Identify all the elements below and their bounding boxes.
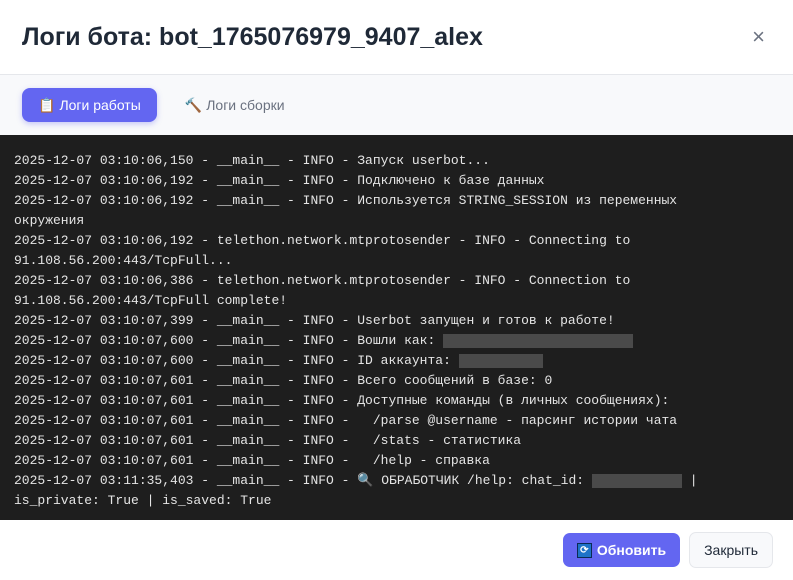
log-line: 2025-12-07 03:10:06,192 - __main__ - INF… [14,191,744,231]
refresh-label: Обновить [596,542,667,558]
redacted-value [458,353,543,368]
log-text: 2025-12-07 03:10:06,192 - telethon.netwo… [14,233,639,268]
log-line: 2025-12-07 03:10:06,192 - __main__ - INF… [14,171,744,191]
log-line: 2025-12-07 03:10:07,600 - __main__ - INF… [14,331,744,351]
log-line: 2025-12-07 03:10:07,601 - __main__ - INF… [14,371,744,391]
log-line: 2025-12-07 03:10:07,601 - __main__ - INF… [14,391,744,411]
log-text: 2025-12-07 03:10:07,601 - __main__ - INF… [14,433,522,448]
redacted-value [591,473,682,488]
redacted-value [443,333,634,348]
clipboard-icon: 📋 [38,96,56,113]
log-text: 2025-12-07 03:10:07,399 - __main__ - INF… [14,313,615,328]
refresh-button[interactable]: ⟳ Обновить [562,533,681,567]
log-text: 2025-12-07 03:11:35,403 - __main__ - INF… [14,473,592,488]
close-button[interactable]: Закрыть [689,532,773,568]
close-icon[interactable]: × [752,24,765,50]
log-output[interactable]: 2025-12-07 03:10:06,150 - __main__ - INF… [0,135,793,520]
log-line: 2025-12-07 03:10:06,192 - telethon.netwo… [14,231,744,271]
log-line: 2025-12-07 03:10:07,601 - __main__ - INF… [14,431,744,451]
log-text: 2025-12-07 03:10:07,600 - __main__ - INF… [14,333,444,348]
log-text: 2025-12-07 03:10:07,601 - __main__ - INF… [14,413,678,428]
log-text: 2025-12-07 03:10:06,386 - telethon.netwo… [14,273,639,308]
log-text: 2025-12-07 03:10:07,600 - __main__ - INF… [14,353,459,368]
tab-label: Логи работы [59,97,141,113]
log-line: 2025-12-07 03:10:07,399 - __main__ - INF… [14,311,744,331]
tab-label: Логи сборки [206,97,285,113]
tab-work-logs[interactable]: 📋 Логи работы [22,88,157,122]
log-line: 2025-12-07 03:11:35,403 - __main__ - INF… [14,471,744,511]
log-line: 2025-12-07 03:10:06,386 - telethon.netwo… [14,271,744,311]
modal-title: Логи бота: bot_1765076979_9407_alex [22,22,483,51]
log-text: 2025-12-07 03:10:07,601 - __main__ - INF… [14,453,490,468]
log-line: 2025-12-07 03:10:07,601 - __main__ - INF… [14,451,744,471]
log-line: 2025-12-07 03:10:07,601 - __main__ - INF… [14,411,744,431]
log-line: 2025-12-07 03:10:06,150 - __main__ - INF… [14,151,744,171]
tab-bar: 📋 Логи работы 🔨 Логи сборки [0,75,793,135]
modal-header: Логи бота: bot_1765076979_9407_alex × [0,0,793,75]
log-text: 2025-12-07 03:10:06,192 - __main__ - INF… [14,193,685,228]
log-text: 2025-12-07 03:10:07,601 - __main__ - INF… [14,393,670,408]
modal-footer: ⟳ Обновить Закрыть [0,520,793,580]
log-line: 2025-12-07 03:10:07,600 - __main__ - INF… [14,351,744,371]
refresh-icon: ⟳ [576,542,592,558]
close-label: Закрыть [704,542,758,558]
log-text: 2025-12-07 03:10:06,150 - __main__ - INF… [14,153,490,168]
log-text: 2025-12-07 03:10:06,192 - __main__ - INF… [14,173,545,188]
tab-build-logs[interactable]: 🔨 Логи сборки [169,88,301,122]
log-text: 2025-12-07 03:10:07,601 - __main__ - INF… [14,373,553,388]
hammer-icon: 🔨 [184,96,203,113]
